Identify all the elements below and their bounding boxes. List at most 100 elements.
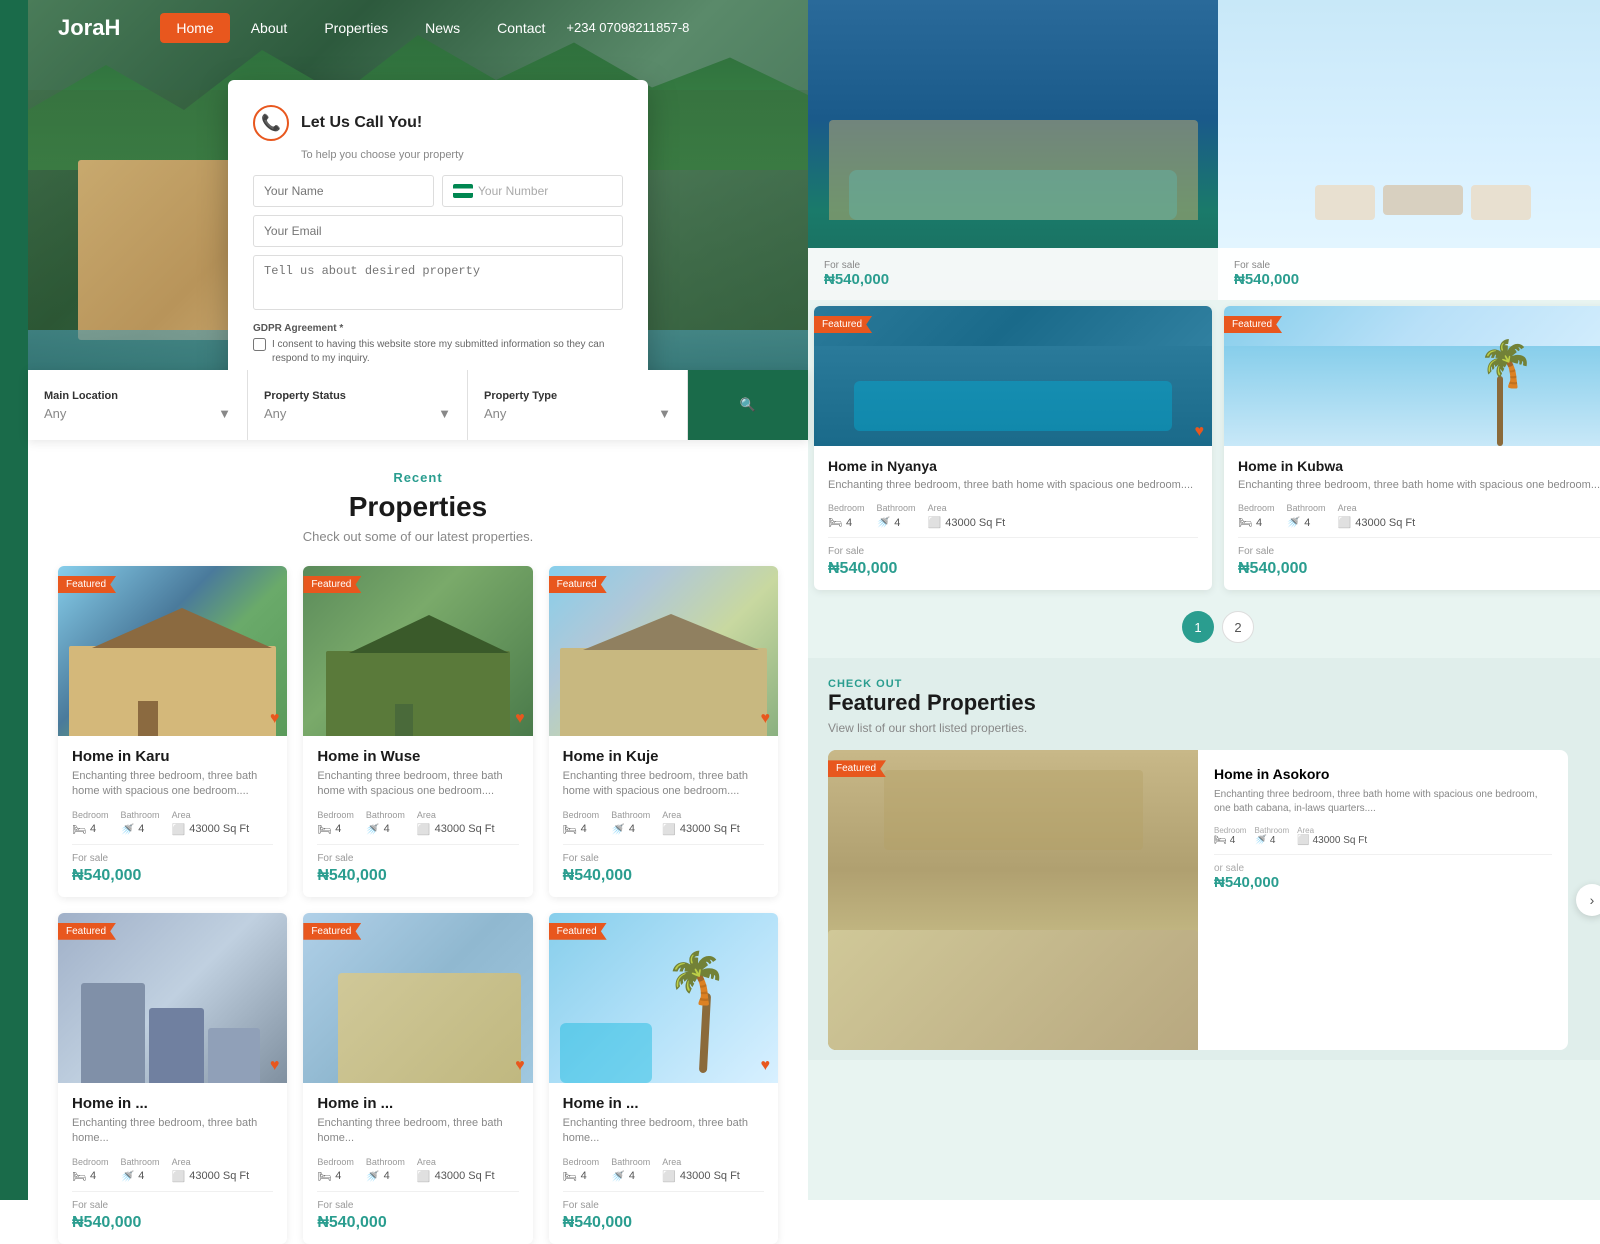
location-field: Main Location Any ▼ [28,370,248,440]
card-price-6: ₦540,000 [563,1214,764,1232]
heart-btn-right-1[interactable]: ♥ [1195,423,1205,441]
heart-button-3[interactable]: ♥ [760,710,770,728]
carousel-status: or sale [1214,863,1552,874]
right-featured-badge-2: Featured [1224,316,1282,333]
featured-section: CHECK OUT Featured Properties View list … [808,658,1600,1060]
location-select[interactable]: Any ▼ [44,406,231,421]
heart-button-5[interactable]: ♥ [515,1057,525,1075]
carousel-content: Home in Asokoro Enchanting three bedroom… [1198,750,1568,1050]
card-desc-1: Enchanting three bedroom, three bath hom… [72,769,273,800]
side-border [0,0,28,1200]
area-icon-2: ⬜ [417,823,431,836]
top-prop-overlay-2: For sale ₦540,000 [1218,248,1600,300]
card-status-1: For sale [72,853,273,864]
area-spec: Area ⬜43000 Sq Ft [172,810,250,836]
bed-icon-2: 🛏 [317,823,331,836]
status-value: Any [264,406,286,421]
gdpr-row: I consent to having this website store m… [253,338,623,366]
hero-section: 📞 Let Us Call You! To help you choose yo… [28,0,808,370]
card-specs-1: Bedroom 🛏4 Bathroom 🚿4 Area ⬜43000 Sq Ft [72,810,273,836]
nav-properties[interactable]: Properties [308,13,404,43]
modal-header: 📞 Let Us Call You! [253,105,623,141]
heart-button-4[interactable]: ♥ [270,1057,280,1075]
carousel-badge: Featured [828,760,886,777]
area-icon-4: ⬜ [172,1170,186,1183]
nav-home[interactable]: Home [160,13,229,43]
bed-icon-5: 🛏 [317,1170,331,1183]
carousel-title: Home in Asokoro [1214,766,1552,782]
top-prop-status-1: For sale [824,260,1202,271]
phone-input-group[interactable]: Your Number [442,175,623,207]
card-price-5: ₦540,000 [317,1214,518,1232]
card-image-2: Featured ♥ [303,566,532,736]
bath-c: 🚿 [1254,835,1266,846]
featured-badge-1: Featured [58,576,116,593]
bath-icon-4: 🚿 [121,1170,135,1183]
location-label: Main Location [44,390,231,402]
message-input[interactable] [253,255,623,310]
heart-button-2[interactable]: ♥ [515,710,525,728]
carousel-next-button[interactable]: › [1576,884,1600,916]
card-body-5: Home in ... Enchanting three bedroom, th… [303,1083,532,1244]
nav-news[interactable]: News [409,13,476,43]
page-btn-2[interactable]: 2 [1222,611,1254,643]
call-modal: 📞 Let Us Call You! To help you choose yo… [228,80,648,370]
search-bar: Main Location Any ▼ Property Status Any … [28,370,808,440]
heart-button-6[interactable]: ♥ [760,1057,770,1075]
card-title-3: Home in Kuje [563,748,764,765]
bath-icon-2: 🚿 [366,823,380,836]
right-prop-card-2: Featured 🌴 ♥ Home in Kubwa Enchanting th… [1224,306,1600,590]
section-subtitle: Check out some of our latest properties. [58,529,778,544]
gdpr-label: GDPR Agreement * [253,323,623,334]
card-desc-2: Enchanting three bedroom, three bath hom… [317,769,518,800]
carousel-desc: Enchanting three bedroom, three bath hom… [1214,788,1552,816]
status-select[interactable]: Any ▼ [264,406,451,421]
section-tag: Recent [58,470,778,485]
section-title: Properties [58,491,778,523]
email-input[interactable] [253,215,623,247]
name-input[interactable] [253,175,434,207]
right-prop-img-1: Featured ♥ [814,306,1212,446]
bath-icon: 🚿 [121,823,135,836]
nav-contact[interactable]: Contact [481,13,561,43]
flag-icon [453,184,473,198]
modal-subtitle: To help you choose your property [253,149,623,161]
location-arrow: ▼ [218,406,231,421]
left-panel: JoraH Home About Properties News Contact… [28,0,808,1200]
featured-badge-6: Featured [549,923,607,940]
bed-r2: 🛏 [1238,516,1252,529]
property-card-4: Featured ♥ Home in ... Enchanting three … [58,913,287,1244]
card-body-4: Home in ... Enchanting three bedroom, th… [58,1083,287,1244]
card-image-1: Featured ♥ [58,566,287,736]
featured-badge-5: Featured [303,923,361,940]
card-price-3: ₦540,000 [563,867,764,885]
nav-phone: +234 07098211857-8 [566,20,689,35]
featured-carousel: Featured Home in Asokoro Enchanting thre… [828,750,1600,1050]
bedroom-spec: Bedroom 🛏4 [72,810,109,836]
card-body-1: Home in Karu Enchanting three bedroom, t… [58,736,287,897]
search-button[interactable]: 🔍 [688,370,808,440]
type-select[interactable]: Any ▼ [484,406,671,421]
heart-button-1[interactable]: ♥ [270,710,280,728]
right-prop-img-2: Featured 🌴 ♥ [1224,306,1600,446]
card-divider-1 [72,844,273,845]
card-body-2: Home in Wuse Enchanting three bedroom, t… [303,736,532,897]
property-card-1: Featured ♥ Home in Karu Enchanting three… [58,566,287,897]
area-icon-3: ⬜ [662,823,676,836]
area-icon-5: ⬜ [417,1170,431,1183]
card-title-5: Home in ... [317,1095,518,1112]
featured-badge-2: Featured [303,576,361,593]
properties-section: Recent Properties Check out some of our … [28,440,808,1244]
gdpr-checkbox[interactable] [253,338,266,351]
property-card-6: Featured 🌴 ♥ Home in ... Enchanting thre… [549,913,778,1244]
phone-placeholder: Your Number [478,184,548,198]
top-prop-price-1: ₦540,000 [824,271,1202,288]
carousel-image: Featured [828,750,1198,1050]
navbar: JoraH Home About Properties News Contact… [28,0,808,55]
top-props-row: For sale ₦540,000 For sale ₦540,000 [808,0,1600,300]
pagination: 1 2 [808,596,1600,658]
area-c: ⬜ [1297,835,1309,846]
type-arrow: ▼ [658,406,671,421]
page-btn-1[interactable]: 1 [1182,611,1214,643]
nav-about[interactable]: About [235,13,304,43]
